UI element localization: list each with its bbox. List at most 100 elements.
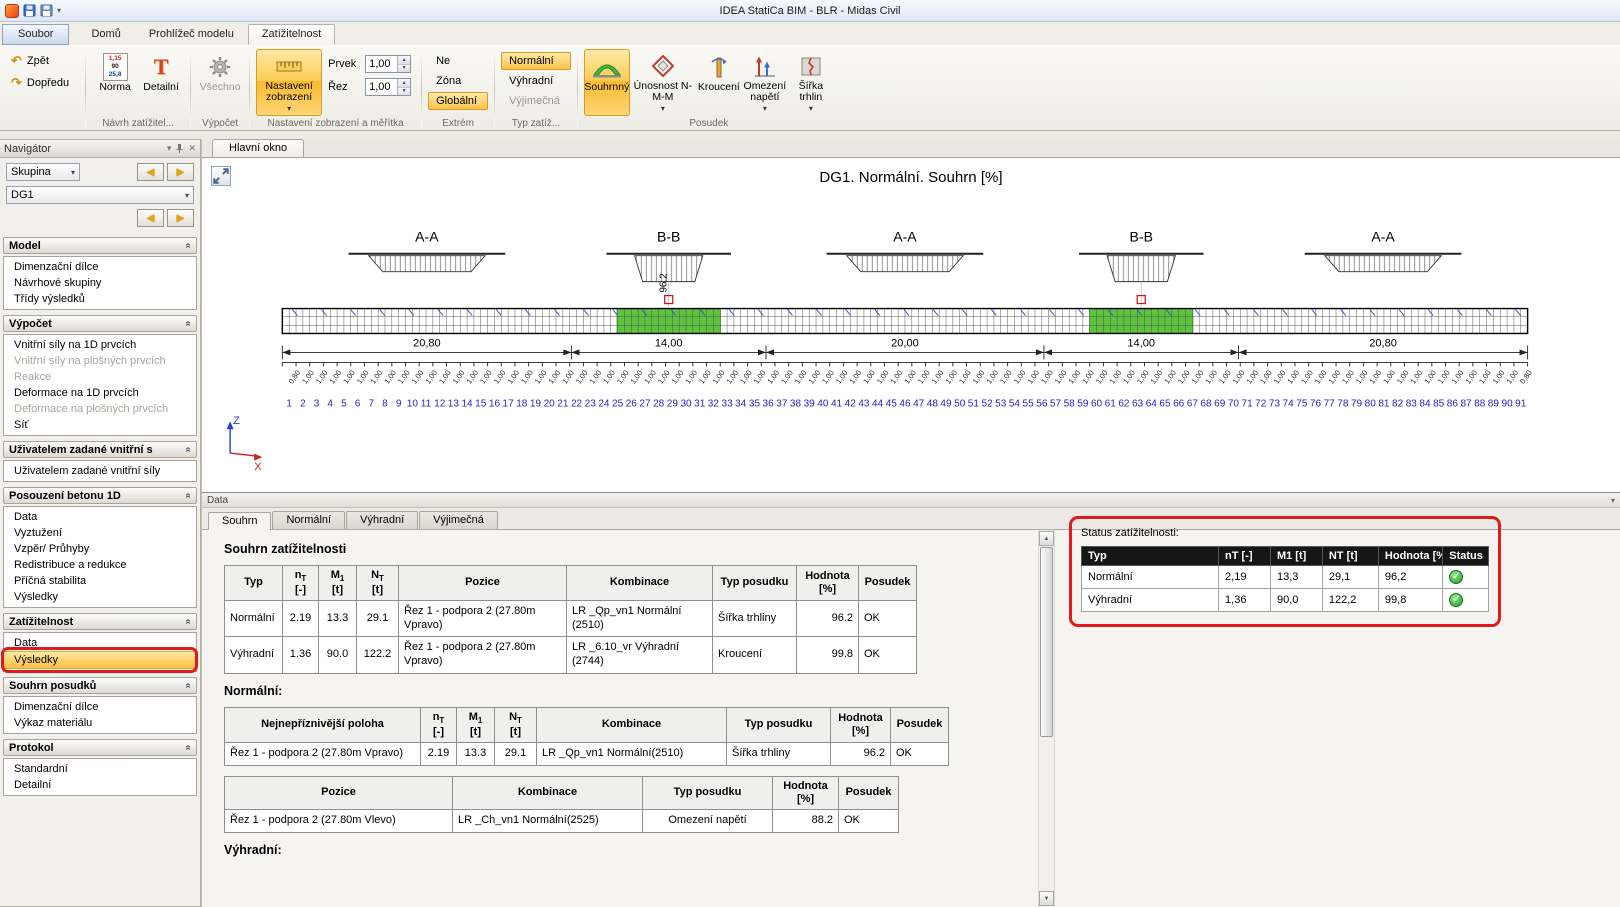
navigator-title: Navigátor	[4, 143, 163, 155]
nav-item-t-dy-v-sledk[interactable]: Třídy výsledků	[4, 291, 196, 307]
ribbon-separator	[494, 50, 495, 127]
svg-text:61: 61	[1105, 398, 1117, 409]
krouceni-button[interactable]: Kroucení	[696, 49, 742, 116]
scrollbar-thumb[interactable]	[1040, 547, 1053, 737]
nav-item-vnit-n-s-ly-na-1d-prvc-ch[interactable]: Vnitřní síly na 1D prvcích	[4, 337, 196, 353]
nav-item-v-sledky[interactable]: Výsledky	[4, 589, 196, 605]
save-icon[interactable]	[23, 4, 36, 17]
stepper-arrows-icon[interactable]: ▲▼	[397, 56, 410, 72]
svg-text:29: 29	[667, 398, 679, 409]
svg-text:1,00: 1,00	[314, 368, 330, 385]
nav-section-header-model[interactable]: Model«	[3, 237, 197, 254]
nav-item-v-kaz-materi-lu[interactable]: Výkaz materiálu	[4, 715, 196, 731]
pin-icon[interactable]	[175, 143, 184, 154]
nav-item-vyztu-en[interactable]: Vyztužení	[4, 525, 196, 541]
unosnost-button[interactable]: Únosnost N-M-M ▾	[630, 49, 696, 116]
fit-view-button[interactable]	[211, 166, 231, 186]
redo-button[interactable]: ↷Dopředu	[6, 73, 80, 92]
save-all-icon[interactable]	[40, 4, 53, 17]
extrem-option-ne[interactable]: Ne	[428, 52, 488, 70]
group-dropdown[interactable]: DG1▾	[6, 186, 194, 204]
nav-item-n-vrhov-skupiny[interactable]: Návrhové skupiny	[4, 275, 196, 291]
svg-text:79: 79	[1351, 398, 1363, 409]
prvek-stepper[interactable]: 1,00 ▲▼	[365, 55, 411, 73]
chevron-down-icon[interactable]: ▾	[167, 143, 172, 154]
nastaveni-zobrazeni-button[interactable]: Nastavení zobrazení ▾	[256, 49, 322, 116]
scroll-down-icon[interactable]: ▼	[1039, 891, 1054, 906]
detailni-button[interactable]: T Detailní	[138, 49, 184, 116]
summary-table-slot: TypnT[-]M1[t]NT[t]PoziceKombinaceTyp pos…	[224, 565, 1038, 674]
tab-hlavni-okno[interactable]: Hlavní okno	[212, 139, 304, 157]
ribbon-tab-soubor[interactable]: Soubor	[2, 24, 69, 45]
table-cell: Normální	[1082, 566, 1219, 589]
nav-item-p-n-stabilita[interactable]: Příčná stabilita	[4, 573, 196, 589]
ribbon-tab-prohl-e-modelu[interactable]: Prohlížeč modelu	[135, 24, 248, 45]
typ-option-norm-ln[interactable]: Normální	[501, 52, 571, 70]
stepper-arrows-icon[interactable]: ▲▼	[397, 79, 410, 95]
nav-section-header-souhrn-posudk[interactable]: Souhrn posudků«	[3, 677, 197, 694]
sirka-trhlin-button[interactable]: Šířka trhlin ▾	[788, 49, 834, 116]
typ-option-v-hradn[interactable]: Výhradní	[501, 72, 571, 90]
next-arrow-button[interactable]: ▶	[167, 163, 194, 181]
nav-item-s[interactable]: Síť	[4, 417, 196, 433]
nav-section-header-zat-itelnost[interactable]: Zatížitelnost«	[3, 613, 197, 630]
data-tab-v-hradn[interactable]: Výhradní	[346, 511, 418, 529]
nav-section-header-protokol[interactable]: Protokol«	[3, 739, 197, 756]
drawing-canvas[interactable]: DG1. Normální. Souhrn [%]A-AB-BA-AB-BA-A…	[202, 158, 1620, 493]
app-logo-icon[interactable]	[5, 4, 19, 18]
nav-item-u-ivatelem-zadan-vnit-n-s-ly[interactable]: Uživatelem zadané vnitřní síly	[4, 463, 196, 479]
nav-item-data[interactable]: Data	[4, 635, 196, 651]
data-tab-souhrn[interactable]: Souhrn	[208, 512, 271, 530]
nav-section-header-posouzen-betonu-1d[interactable]: Posouzení betonu 1D«	[3, 487, 197, 504]
table-cell: 2.19	[283, 600, 319, 637]
next-item-button[interactable]: ▶	[167, 209, 194, 227]
table-cell: Šířka trhliny	[727, 742, 831, 765]
ribbon-tab-dom[interactable]: Domů	[77, 24, 134, 45]
nav-item-standardn[interactable]: Standardní	[4, 761, 196, 777]
nav-item-v-sledky[interactable]: Výsledky	[4, 651, 196, 669]
svg-text:B-B: B-B	[1130, 229, 1153, 245]
vertical-scrollbar[interactable]: ▲ ▼	[1038, 530, 1055, 907]
ribbon-tab-zat-itelnost[interactable]: Zatížitelnost	[248, 24, 335, 45]
nav-item-vzp-r-pr-hyby[interactable]: Vzpěr/ Průhyby	[4, 541, 196, 557]
svg-text:DG1. Normální. Souhrn [%]: DG1. Normální. Souhrn [%]	[819, 169, 1002, 186]
data-tab-v-jime-n[interactable]: Výjimečná	[419, 511, 498, 529]
svg-text:1,00: 1,00	[724, 368, 740, 385]
qat-dropdown-icon[interactable]: ▾	[57, 6, 61, 15]
svg-text:52: 52	[981, 398, 993, 409]
nav-item-redistribuce-a-redukce[interactable]: Redistribuce a redukce	[4, 557, 196, 573]
chevron-down-icon[interactable]: ▾	[1611, 496, 1615, 505]
rez-stepper[interactable]: 1,00 ▲▼	[365, 78, 411, 96]
svg-text:1,00: 1,00	[957, 368, 973, 385]
omezeni-button[interactable]: Omezení napětí ▾	[742, 49, 788, 116]
data-tab-norm-ln[interactable]: Normální	[272, 511, 345, 529]
close-icon[interactable]: ✕	[188, 143, 196, 154]
norma-button[interactable]: 1,159025,8 Norma	[92, 49, 138, 116]
nav-item-dimenza-n-d-lce[interactable]: Dimenzační dílce	[4, 259, 196, 275]
prev-arrow-button[interactable]: ◀	[137, 163, 164, 181]
extrem-option-glob-ln[interactable]: Globální	[428, 92, 488, 110]
svg-text:1,00: 1,00	[546, 368, 562, 385]
column-header: Posudek	[891, 707, 949, 742]
prev-item-button[interactable]: ◀	[137, 209, 164, 227]
column-header: NT [t]	[1322, 547, 1378, 566]
nav-item-reakce: Reakce	[4, 369, 196, 385]
undo-button[interactable]: ↶Zpět	[6, 51, 80, 70]
ribbon-separator	[421, 50, 422, 127]
nav-section-header-v-po-et[interactable]: Výpočet«	[3, 315, 197, 332]
table-cell: Kroucení	[713, 637, 797, 674]
nav-item-deformace-na-1d-prvc-ch[interactable]: Deformace na 1D prvcích	[4, 385, 196, 401]
scroll-up-icon[interactable]: ▲	[1039, 531, 1054, 546]
svg-text:1,00: 1,00	[1409, 368, 1425, 385]
nav-item-data[interactable]: Data	[4, 509, 196, 525]
ribbon-group-navrh: 1,159025,8 Norma T Detailní Návrh zatíži…	[87, 47, 189, 130]
skupina-dropdown[interactable]: Skupina▾	[6, 163, 80, 181]
svg-text:1,00: 1,00	[971, 368, 987, 385]
nav-section-header-u-ivatelem-zadan-vnit-n-s[interactable]: Uživatelem zadané vnitřní s«	[3, 441, 197, 458]
nav-item-dimenza-n-d-lce[interactable]: Dimenzační dílce	[4, 699, 196, 715]
souhrnny-button[interactable]: Souhrnný	[584, 49, 630, 116]
nav-item-detailn[interactable]: Detailní	[4, 777, 196, 793]
status-title: Status zatížitelnosti:	[1081, 527, 1489, 539]
extrem-option-z-na[interactable]: Zóna	[428, 72, 488, 90]
svg-text:5: 5	[341, 398, 347, 409]
